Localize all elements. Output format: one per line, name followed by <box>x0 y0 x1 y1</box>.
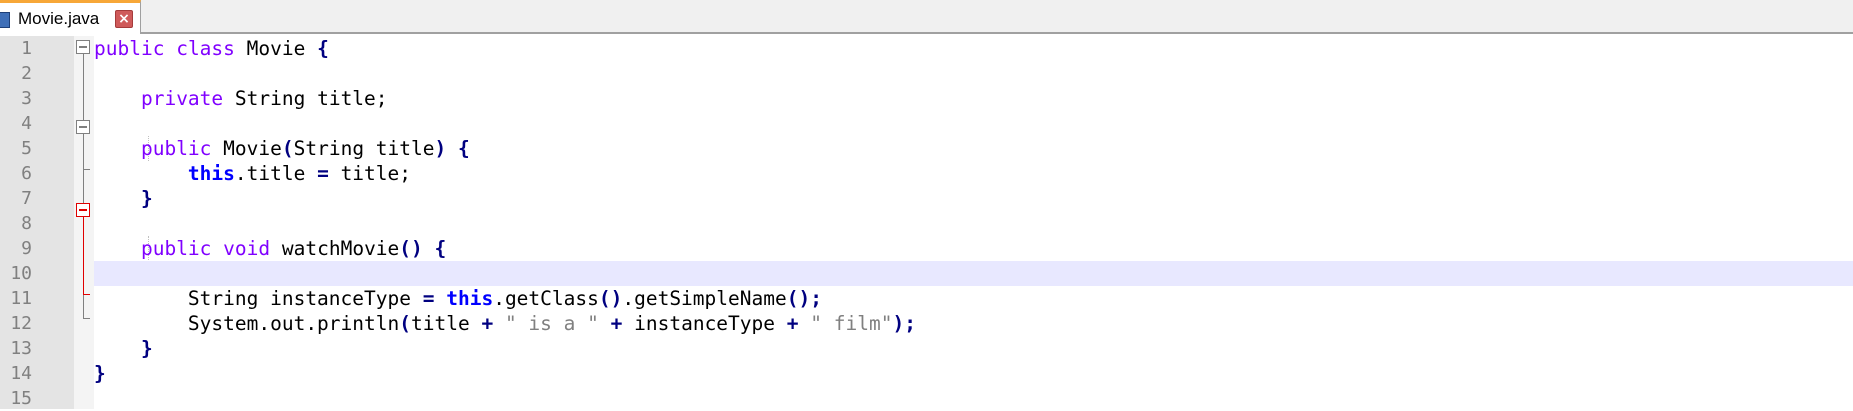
line-number: 7 <box>21 188 32 209</box>
code-text: private String title; <box>140 87 388 110</box>
line-number: 14 <box>10 363 32 384</box>
code-line[interactable]: 4 <box>0 111 1853 136</box>
code-line[interactable]: 7 } <box>0 186 1853 211</box>
line-number: 12 <box>10 313 32 334</box>
line-number: 10 <box>10 263 32 284</box>
line-number: 4 <box>21 113 32 134</box>
code-line[interactable]: 8 <box>0 211 1853 236</box>
tab-bar: Movie.java × <box>0 0 1853 34</box>
line-number: 2 <box>21 63 32 84</box>
line-number: 3 <box>21 88 32 109</box>
code-line[interactable]: 2 <box>0 61 1853 86</box>
tab-label: Movie.java <box>18 9 100 28</box>
code-text: System.out.println(title + " is a " + in… <box>187 312 916 335</box>
tab-movie-java[interactable]: Movie.java × <box>0 0 141 34</box>
line-number: 5 <box>21 138 32 159</box>
code-text: this.title = title; <box>187 162 412 185</box>
code-text: public class Movie { <box>94 37 329 60</box>
line-number: 8 <box>21 213 32 234</box>
code-line[interactable]: 9 public void watchMovie() { <box>0 236 1853 261</box>
code-line[interactable]: 11 String instanceType = this.getClass()… <box>0 286 1853 311</box>
line-number: 6 <box>21 163 32 184</box>
code-text: public void watchMovie() { <box>140 237 447 260</box>
current-code-line[interactable]: 10 <box>0 261 1853 286</box>
code-text: String instanceType = this.getClass().ge… <box>187 287 822 310</box>
code-line[interactable]: 13 } <box>0 336 1853 361</box>
code-line[interactable]: 3 private String title; <box>0 86 1853 111</box>
line-number: 1 <box>21 38 32 59</box>
code-text: public Movie(String title) { <box>140 137 470 160</box>
line-number: 11 <box>10 288 32 309</box>
code-editor[interactable]: 1 public class Movie { 2 3 private Strin… <box>0 36 1853 409</box>
code-text: } <box>140 187 153 210</box>
code-line[interactable]: 6 this.title = title; <box>0 161 1853 186</box>
code-line[interactable]: 15 <box>0 386 1853 411</box>
code-text: } <box>140 337 153 360</box>
code-line[interactable]: 12 System.out.println(title + " is a " +… <box>0 311 1853 336</box>
current-line-highlight <box>94 261 1853 286</box>
code-line[interactable]: 14 } <box>0 361 1853 386</box>
line-number: 15 <box>10 388 32 409</box>
line-number: 9 <box>21 238 32 259</box>
java-file-icon <box>0 12 10 28</box>
code-text: } <box>94 362 106 385</box>
close-icon[interactable]: × <box>115 10 133 28</box>
code-line[interactable]: 5 public Movie(String title) { <box>0 136 1853 161</box>
line-number: 13 <box>10 338 32 359</box>
code-line[interactable]: 1 public class Movie { <box>0 36 1853 61</box>
